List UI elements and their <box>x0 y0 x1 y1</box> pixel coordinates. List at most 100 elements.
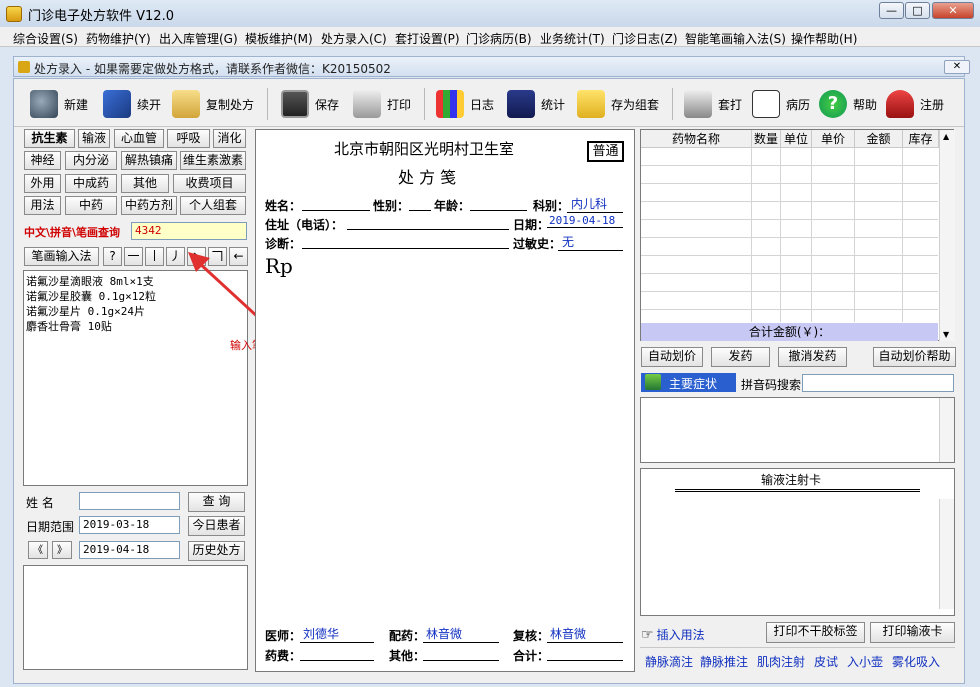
category-antibiotic[interactable]: 抗生素 <box>24 129 75 148</box>
auto-price-help-button[interactable]: 自动划价帮助 <box>873 347 956 367</box>
category-cardio[interactable]: 心血管 <box>114 129 164 148</box>
menu-stroke-input[interactable]: 智能笔画输入法(S) <box>685 30 786 47</box>
pointing-hand-icon: ☞ <box>641 626 654 643</box>
print-infusion-card-button[interactable]: 打印输液卡 <box>870 622 955 643</box>
dispense-button[interactable]: 发药 <box>711 347 770 367</box>
new-button[interactable]: 新建 <box>30 86 88 122</box>
usage-im[interactable]: 肌肉注射 <box>757 653 805 670</box>
column-header[interactable]: 库存 <box>903 130 939 148</box>
stroke-key-question[interactable]: ? <box>103 247 122 266</box>
next-icon[interactable]: 》 <box>52 541 72 559</box>
column-header[interactable]: 单价 <box>812 130 855 148</box>
usage-nebulize[interactable]: 雾化吸入 <box>892 653 940 670</box>
scroll-up-icon[interactable]: ▲ <box>943 132 949 141</box>
list-item[interactable]: 诺氟沙星滴眼液 8ml×1支 <box>26 273 154 289</box>
category-fees[interactable]: 收费项目 <box>173 174 246 193</box>
menu-records[interactable]: 门诊病历(B) <box>466 30 532 47</box>
category-respiratory[interactable]: 呼吸 <box>167 129 210 148</box>
category-endocrine[interactable]: 内分泌 <box>65 151 117 170</box>
check-value[interactable]: 林音微 <box>547 625 623 643</box>
help-button[interactable]: ? 帮助 <box>819 86 877 122</box>
stats-button[interactable]: 统计 <box>507 86 565 122</box>
usage-iv-push[interactable]: 静脉推注 <box>700 653 748 670</box>
stroke-key-vertical[interactable]: 丨 <box>145 247 164 266</box>
category-infusion[interactable]: 输液 <box>78 129 110 148</box>
minimize-icon[interactable]: — <box>879 2 904 19</box>
allergy-value[interactable]: 无 <box>558 233 623 251</box>
usage-small-pot[interactable]: 入小壶 <box>847 653 883 670</box>
category-analgesic[interactable]: 解热镇痛 <box>121 151 177 170</box>
column-header[interactable]: 药物名称 <box>641 130 752 148</box>
query-button[interactable]: 查 询 <box>188 492 245 512</box>
category-tcm-formula[interactable]: 中药方剂 <box>121 196 177 215</box>
search-input[interactable]: 4342 <box>131 222 247 240</box>
menu-rx-entry[interactable]: 处方录入(C) <box>321 30 387 47</box>
list-item[interactable]: 诺氟沙星片 0.1g×24片 <box>26 303 145 319</box>
date-to-field[interactable]: 2019-04-18 <box>79 541 180 559</box>
print-button[interactable]: 打印 <box>353 86 411 122</box>
category-digestive[interactable]: 消化 <box>213 129 246 148</box>
stroke-key-horizontal[interactable]: 一 <box>124 247 143 266</box>
symptom-scrollbar[interactable] <box>939 398 954 462</box>
category-personal[interactable]: 个人组套 <box>180 196 246 215</box>
column-header[interactable]: 单位 <box>781 130 812 148</box>
list-item[interactable]: 麝香壮骨膏 10贴 <box>26 318 112 334</box>
stroke-input-button[interactable]: 笔画输入法 <box>24 247 99 266</box>
maximize-icon[interactable]: □ <box>905 2 930 19</box>
help-icon: ? <box>819 90 847 118</box>
menu-drugs[interactable]: 药物维护(Y) <box>86 30 151 47</box>
symptom-tab[interactable]: 主要症状 <box>641 373 736 392</box>
save-group-button[interactable]: 存为组套 <box>577 86 659 122</box>
insert-usage[interactable]: ☞ 插入用法 <box>641 626 705 643</box>
usage-iv-drip[interactable]: 静脉滴注 <box>645 653 693 670</box>
category-neuro[interactable]: 神经 <box>24 151 61 170</box>
date-value[interactable]: 2019-04-18 <box>547 214 623 228</box>
today-patients-button[interactable]: 今日患者 <box>188 516 245 536</box>
menu-help[interactable]: 操作帮助(H) <box>791 30 857 47</box>
category-usage[interactable]: 用法 <box>24 196 61 215</box>
doctor-value[interactable]: 刘德华 <box>300 625 374 643</box>
auto-price-button[interactable]: 自动划价 <box>641 347 703 367</box>
pinyin-search-input[interactable] <box>802 374 954 392</box>
menu-templates[interactable]: 模板维护(M) <box>245 30 313 47</box>
category-other[interactable]: 其他 <box>121 174 169 193</box>
menu-statistics[interactable]: 业务统计(T) <box>540 30 605 47</box>
record-button[interactable]: 病历 <box>752 86 810 122</box>
log-button[interactable]: 日志 <box>436 86 494 122</box>
prev-icon[interactable]: 《 <box>28 541 48 559</box>
menu-stock[interactable]: 出入库管理(G) <box>159 30 238 47</box>
usage-skin-test[interactable]: 皮试 <box>814 653 838 670</box>
column-header[interactable]: 数量 <box>752 130 781 148</box>
category-tcm[interactable]: 中药 <box>65 196 117 215</box>
symptom-box[interactable] <box>640 397 955 463</box>
rx-content-area[interactable] <box>258 280 632 615</box>
menu-settings[interactable]: 综合设置(S) <box>13 30 78 47</box>
continue-button[interactable]: 续开 <box>103 86 161 122</box>
category-vitamin[interactable]: 维生素激素 <box>180 151 246 170</box>
save-button[interactable]: 保存 <box>281 86 339 122</box>
dispense-value[interactable]: 林音微 <box>423 625 499 643</box>
register-button[interactable]: 注册 <box>886 86 944 122</box>
category-external[interactable]: 外用 <box>24 174 61 193</box>
category-patent[interactable]: 中成药 <box>65 174 117 193</box>
menu-log[interactable]: 门诊日志(Z) <box>612 30 678 47</box>
cancel-dispense-button[interactable]: 撤消发药 <box>778 347 847 367</box>
symptom-label: 主要症状 <box>669 377 718 391</box>
scroll-down-icon[interactable]: ▼ <box>943 330 949 339</box>
name-field[interactable] <box>79 492 180 510</box>
grid-rows[interactable] <box>641 148 938 322</box>
copy-button[interactable]: 复制处方 <box>172 86 254 122</box>
close-icon[interactable]: ✕ <box>932 2 974 19</box>
print-label-button[interactable]: 打印不干胶标签 <box>766 622 865 643</box>
list-item[interactable]: 诺氟沙星胶囊 0.1g×12粒 <box>26 288 156 304</box>
overprint-button[interactable]: 套打 <box>684 86 742 122</box>
date-from-field[interactable]: 2019-03-18 <box>79 516 180 534</box>
infusion-scrollbar[interactable] <box>939 499 954 609</box>
menu-overprint[interactable]: 套打设置(P) <box>395 30 460 47</box>
child-close-icon[interactable]: ✕ <box>944 60 970 74</box>
history-rx-button[interactable]: 历史处方 <box>188 541 245 561</box>
dept-value[interactable]: 内儿科 <box>567 195 623 213</box>
column-header[interactable]: 金额 <box>855 130 903 148</box>
address-value-line <box>347 229 509 230</box>
grid-scrollbar[interactable]: ▲ ▼ <box>939 130 955 341</box>
